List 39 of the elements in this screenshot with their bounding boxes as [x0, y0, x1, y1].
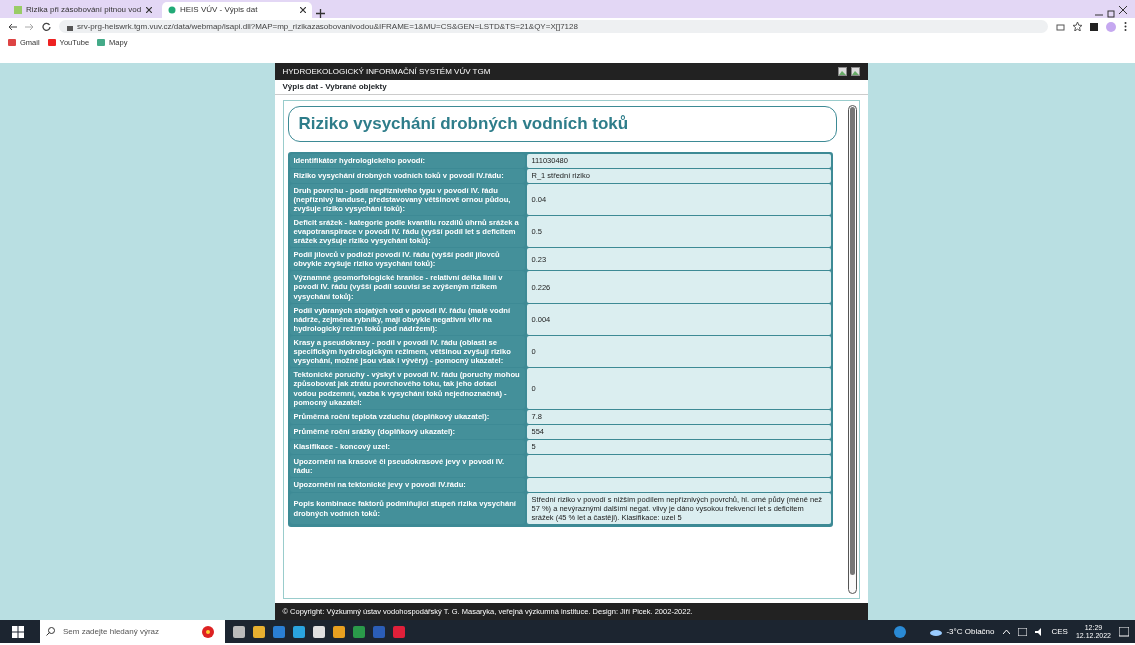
weather-widget[interactable]: -3°C Oblačno	[930, 625, 995, 638]
browser-tab[interactable]: Rizika při zásobování pitnou vod	[8, 2, 158, 18]
sidebar-icon[interactable]	[1090, 22, 1098, 31]
windows-start-icon[interactable]	[12, 625, 24, 638]
taskbar-app-icon[interactable]	[333, 625, 345, 638]
header-title: HYDROEKOLOGICKÝ INFORMAČNÍ SYSTÉM VÚV TGM	[282, 65, 491, 78]
reload-icon[interactable]	[42, 22, 51, 31]
help-icon[interactable]	[894, 625, 907, 638]
maximize-icon[interactable]	[1107, 10, 1115, 18]
scrollbar[interactable]	[847, 105, 857, 594]
address-bar[interactable]: srv-prg-heiswrk.tgm.vuv.cz/data/webmap/isapi.dll?MAP=mp_rizikazasobovanivodou&IFRAME=1&MU=CS&GEN=LSTD&TS=21&QY=X[]7128	[59, 20, 1048, 33]
url-text: srv-prg-heiswrk.tgm.vuv.cz/data/webmap/isapi.dll?MAP=mp_rizikazasobovanivodou&IFRAME=1&MU=CS&GEN=LSTD&TS=21&QY=X[]7128	[77, 20, 578, 33]
subheader-text: Výpis dat - Vybrané objekty	[282, 81, 387, 93]
network-icon[interactable]	[1017, 627, 1027, 636]
star-icon[interactable]	[1073, 22, 1082, 31]
menu-icon[interactable]	[1124, 22, 1127, 31]
close-icon[interactable]	[146, 7, 152, 13]
language-indicator[interactable]: CES	[1051, 625, 1068, 638]
notification-icon[interactable]	[1119, 626, 1129, 637]
new-tab-icon[interactable]	[316, 9, 325, 18]
taskbar-app-icon[interactable]	[293, 625, 305, 638]
taskbar-app-icon[interactable]	[253, 625, 265, 638]
bookmark-icon	[47, 39, 56, 47]
section-title: Riziko vysychání drobných vodních toků	[287, 106, 837, 142]
cloud-icon	[930, 627, 943, 636]
taskbar-search-field[interactable]: Sem zadejte hledaný výraz	[40, 620, 225, 643]
broken-image-icon	[850, 67, 860, 76]
site-icon	[168, 6, 176, 14]
close-icon[interactable]	[300, 7, 306, 13]
bookmark-icon	[8, 39, 16, 47]
browser-tab[interactable]: HEIS VÚV - Výpis dat	[162, 2, 312, 18]
taskbar-app-icon[interactable]	[233, 625, 245, 638]
search-icon	[46, 627, 55, 636]
speaker-icon[interactable]	[1034, 627, 1044, 636]
back-icon[interactable]	[8, 22, 17, 31]
close-icon[interactable]	[1119, 6, 1127, 14]
taskbar-app-icon[interactable]	[313, 625, 325, 638]
bookmark-icon	[97, 39, 106, 47]
broken-image-icon	[837, 67, 847, 76]
